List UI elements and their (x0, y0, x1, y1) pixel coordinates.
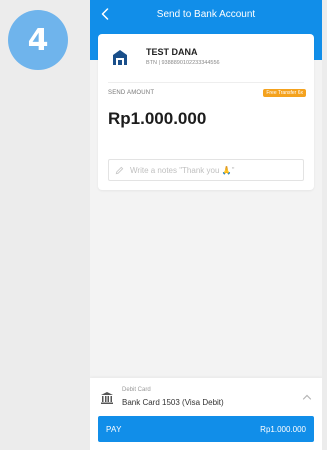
bank-logo-icon (113, 50, 127, 65)
payment-method-type: Debit Card (122, 387, 151, 393)
notes-field[interactable] (108, 159, 304, 181)
send-amount-label: SEND AMOUNT (108, 90, 155, 96)
payment-method-name: Bank Card 1503 (Visa Debit) (122, 398, 224, 407)
pencil-icon (115, 166, 124, 174)
pay-button[interactable]: PAY Rp1.000.000 (98, 416, 314, 442)
phone-screen: Send to Bank Account TEST DANA BTN | 938… (90, 0, 322, 450)
recipient-name: TEST DANA (146, 47, 198, 57)
step-number-badge: 4 (8, 10, 68, 70)
pay-button-label: PAY (106, 424, 122, 434)
transfer-card: TEST DANA BTN | 9388890102233344556 SEND… (98, 34, 314, 190)
chevron-up-icon[interactable] (302, 393, 312, 401)
notes-input[interactable] (130, 165, 300, 175)
free-transfer-badge: Free Transfer 6x (263, 89, 306, 97)
back-arrow-icon[interactable] (98, 7, 112, 21)
payment-method-selector[interactable]: Debit Card Bank Card 1503 (Visa Debit) (90, 378, 322, 414)
pay-button-amount: Rp1.000.000 (260, 424, 306, 434)
bank-building-icon (101, 392, 113, 404)
payment-panel: Debit Card Bank Card 1503 (Visa Debit) P… (90, 378, 322, 450)
step-number: 4 (27, 22, 49, 58)
divider (108, 82, 304, 83)
app-header: Send to Bank Account (90, 0, 322, 28)
send-amount-value[interactable]: Rp1.000.000 (108, 109, 206, 129)
recipient-account-number: BTN | 9388890102233344556 (146, 60, 220, 66)
page-title: Send to Bank Account (156, 8, 256, 20)
